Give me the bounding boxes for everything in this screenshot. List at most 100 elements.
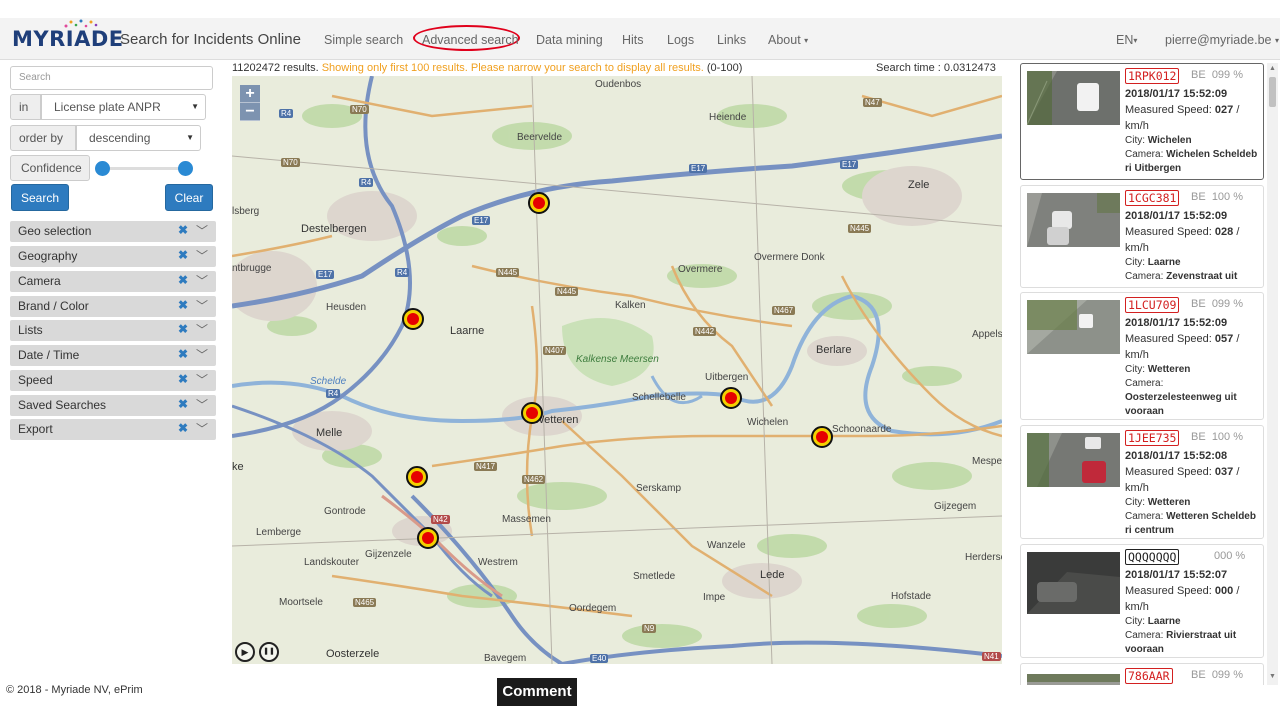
road-n41: N41 — [982, 652, 1001, 661]
chevron-down-icon[interactable]: ﹀ — [196, 247, 208, 264]
nav-simple-search[interactable]: Simple search — [324, 33, 403, 47]
remove-icon[interactable]: ✖ — [178, 273, 188, 287]
nav-links[interactable]: Links — [717, 33, 746, 47]
result-card[interactable]: QQQQQQQ 000 % 2018/01/17 15:52:07 Measur… — [1020, 544, 1264, 658]
filter-label: Lists — [18, 323, 43, 337]
confidence-slider-track[interactable] — [100, 167, 188, 170]
result-card[interactable]: 1JEE735 BE 100 % 2018/01/17 15:52:08 Mea… — [1020, 425, 1264, 539]
filter-lists[interactable]: Lists ✖ ﹀ — [10, 320, 216, 341]
camera-marker[interactable] — [417, 527, 439, 549]
speed-value: 057 — [1214, 333, 1234, 345]
result-details: 2018/01/17 15:52:07 Measured Speed: 000 … — [1125, 567, 1261, 657]
remove-icon[interactable]: ✖ — [178, 372, 188, 386]
result-card[interactable]: 1CGC381 BE 100 % 2018/01/17 15:52:09 Mea… — [1020, 185, 1264, 288]
road-n407: N407 — [543, 346, 567, 355]
remove-icon[interactable]: ✖ — [178, 298, 188, 312]
filter-geography[interactable]: Geography ✖ ﹀ — [10, 246, 216, 267]
result-card[interactable]: 1LCU709 BE 099 % 2018/01/17 15:52:09 Mea… — [1020, 292, 1264, 420]
language-dropdown[interactable]: EN▾ — [1116, 33, 1137, 47]
camera-snapshot[interactable] — [1027, 674, 1120, 685]
search-button[interactable]: Search — [11, 184, 69, 211]
search-field-select[interactable]: License plate ANPR ▼ — [41, 94, 206, 120]
chevron-down-icon[interactable]: ﹀ — [196, 346, 208, 363]
result-card[interactable]: 1RPK012 BE 099 % 2018/01/17 15:52:09 Mea… — [1020, 63, 1264, 180]
filter-label: Speed — [18, 373, 53, 387]
confidence-slider-max-handle[interactable] — [178, 161, 193, 176]
zoom-out-button[interactable]: − — [240, 103, 260, 121]
chevron-down-icon[interactable]: ﹀ — [196, 321, 208, 338]
camera-snapshot[interactable] — [1027, 300, 1120, 354]
remove-icon[interactable]: ✖ — [178, 347, 188, 361]
play-button[interactable]: ▶ — [235, 642, 255, 662]
filter-export[interactable]: Export ✖ ﹀ — [10, 419, 216, 440]
nav-about[interactable]: About ▾ — [768, 33, 808, 47]
nav-data-mining[interactable]: Data mining — [536, 33, 603, 47]
results-scrollbar[interactable]: ▲ ▼ — [1267, 63, 1278, 685]
result-details: 2018/01/17 15:52:08 Measured Speed: 037 … — [1125, 448, 1261, 538]
map-view[interactable]: Oudenbos Beervelde Heiende Destelbergen … — [232, 76, 1002, 664]
camera-marker[interactable] — [521, 402, 543, 424]
confidence-slider-min-handle[interactable] — [95, 161, 110, 176]
confidence-label: Confidence — [10, 155, 90, 181]
city-label: City: — [1125, 497, 1145, 508]
search-input[interactable]: Search — [10, 66, 213, 90]
road-e17: E17 — [840, 160, 859, 169]
country-confidence: BE 099 % — [1191, 69, 1243, 81]
camera-marker[interactable] — [811, 426, 833, 448]
remove-icon[interactable]: ✖ — [178, 248, 188, 262]
camera-snapshot[interactable] — [1027, 433, 1120, 487]
camera-marker[interactable] — [402, 308, 424, 330]
scroll-down-icon[interactable]: ▼ — [1269, 673, 1276, 680]
camera-snapshot[interactable] — [1027, 552, 1120, 614]
zoom-in-button[interactable]: + — [240, 85, 260, 103]
filter-speed[interactable]: Speed ✖ ﹀ — [10, 370, 216, 391]
camera-marker[interactable] — [528, 192, 550, 214]
map-label-impe: Impe — [703, 592, 726, 603]
country-confidence: BE 100 % — [1191, 431, 1243, 443]
remove-icon[interactable]: ✖ — [178, 397, 188, 411]
road-n462: N462 — [522, 475, 546, 484]
camera-snapshot[interactable] — [1027, 193, 1120, 247]
filter-date-time[interactable]: Date / Time ✖ ﹀ — [10, 345, 216, 366]
camera-marker[interactable] — [406, 466, 428, 488]
camera-snapshot[interactable] — [1027, 71, 1120, 125]
result-city: City: Laarne — [1125, 256, 1261, 270]
filter-label: Date / Time — [18, 348, 80, 362]
speed-value: 000 — [1214, 585, 1234, 597]
speed-value: 028 — [1214, 226, 1234, 238]
chevron-down-icon[interactable]: ﹀ — [196, 420, 208, 437]
camera-marker[interactable] — [720, 387, 742, 409]
remove-icon[interactable]: ✖ — [178, 223, 188, 237]
clear-button[interactable]: Clear — [165, 184, 213, 211]
nav-hits[interactable]: Hits — [622, 33, 644, 47]
user-menu[interactable]: pierre@myriade.be ▾ — [1165, 33, 1279, 47]
result-card[interactable]: 786AAR BE 099 % — [1020, 663, 1264, 685]
chevron-down-icon[interactable]: ﹀ — [196, 297, 208, 314]
nav-logs[interactable]: Logs — [667, 33, 694, 47]
remove-icon[interactable]: ✖ — [178, 322, 188, 336]
myriade-logo[interactable]: MYRIADE — [12, 27, 124, 51]
filter-brand-color[interactable]: Brand / Color ✖ ﹀ — [10, 296, 216, 317]
map-label-isberg: lsberg — [232, 206, 260, 217]
nav-advanced-search[interactable]: Advanced search — [422, 33, 519, 47]
filter-saved-searches[interactable]: Saved Searches ✖ ﹀ — [10, 395, 216, 416]
road-n70: N70 — [281, 158, 300, 167]
chevron-down-icon[interactable]: ﹀ — [196, 222, 208, 239]
map-label-gijzenzele: Gijzenzele — [365, 549, 412, 560]
scrollbar-thumb[interactable] — [1269, 77, 1276, 107]
map-label-mespel: Mespel — [972, 456, 1002, 467]
order-by-select[interactable]: descending ▼ — [76, 125, 201, 151]
pause-button[interactable]: ❚❚ — [259, 642, 279, 662]
scroll-up-icon[interactable]: ▲ — [1269, 65, 1276, 72]
filter-geo-selection[interactable]: Geo selection ✖ ﹀ — [10, 221, 216, 242]
remove-icon[interactable]: ✖ — [178, 421, 188, 435]
chevron-down-icon[interactable]: ﹀ — [196, 371, 208, 388]
map-label-oosterzele: Oosterzele — [326, 648, 380, 660]
map-zoom-control: + − — [240, 85, 260, 121]
filter-camera[interactable]: Camera ✖ ﹀ — [10, 271, 216, 292]
dropdown-arrow-icon: ▼ — [186, 133, 194, 142]
result-city: City: Wetteren — [1125, 496, 1261, 510]
order-by-select-row: order by descending ▼ — [10, 125, 201, 151]
chevron-down-icon[interactable]: ﹀ — [196, 272, 208, 289]
chevron-down-icon[interactable]: ﹀ — [196, 396, 208, 413]
